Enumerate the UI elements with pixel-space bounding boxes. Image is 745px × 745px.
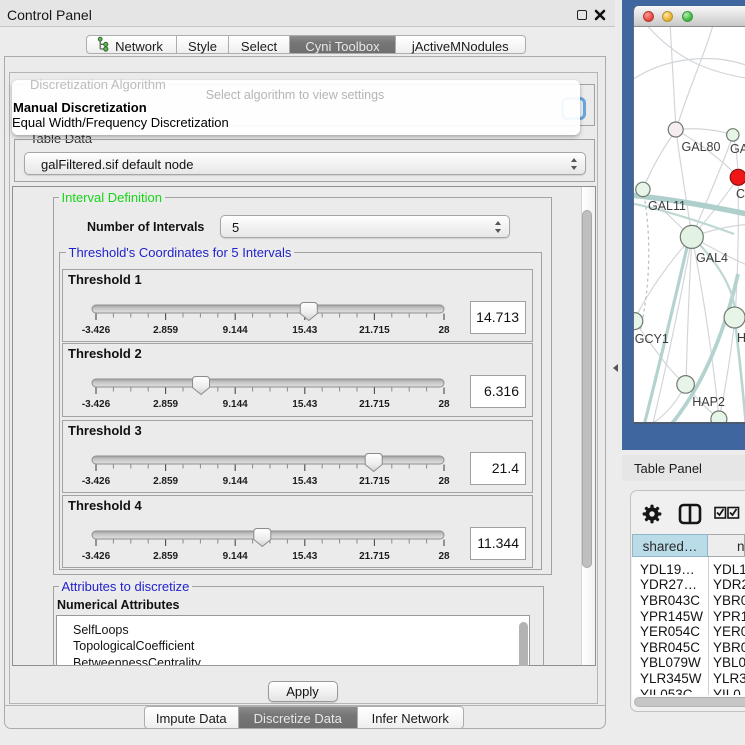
svg-text:28: 28 — [438, 551, 450, 562]
svg-text:2.859: 2.859 — [153, 325, 178, 336]
svg-text:15.43: 15.43 — [292, 399, 317, 410]
svg-text:2.859: 2.859 — [153, 551, 178, 562]
svg-text:9.144: 9.144 — [223, 551, 248, 562]
svg-text:C: C — [736, 187, 745, 201]
svg-text:28: 28 — [438, 476, 450, 487]
svg-text:21.715: 21.715 — [359, 476, 390, 487]
svg-text:9.144: 9.144 — [223, 476, 248, 487]
svg-text:21.715: 21.715 — [359, 325, 390, 336]
svg-text:21.715: 21.715 — [359, 551, 390, 562]
svg-text:GAL4: GAL4 — [696, 251, 728, 265]
svg-text:9.144: 9.144 — [223, 399, 248, 410]
svg-text:-3.426: -3.426 — [82, 551, 111, 562]
svg-text:15.43: 15.43 — [292, 325, 317, 336]
svg-text:-3.426: -3.426 — [82, 399, 111, 410]
svg-text:GCY1: GCY1 — [635, 332, 669, 346]
svg-text:15.43: 15.43 — [292, 551, 317, 562]
svg-text:GAL80: GAL80 — [682, 140, 721, 154]
svg-text:2.859: 2.859 — [153, 476, 178, 487]
svg-text:9.144: 9.144 — [223, 325, 248, 336]
svg-text:28: 28 — [438, 399, 450, 410]
svg-text:HAP2: HAP2 — [692, 395, 725, 409]
svg-text:15.43: 15.43 — [292, 476, 317, 487]
svg-text:GAL11: GAL11 — [648, 199, 686, 213]
svg-text:GA: GA — [730, 142, 745, 156]
svg-text:-3.426: -3.426 — [82, 476, 111, 487]
svg-text:2.859: 2.859 — [153, 399, 178, 410]
svg-text:-3.426: -3.426 — [82, 325, 111, 336]
svg-text:H: H — [737, 331, 745, 345]
svg-text:28: 28 — [438, 325, 450, 336]
svg-text:21.715: 21.715 — [359, 399, 390, 410]
